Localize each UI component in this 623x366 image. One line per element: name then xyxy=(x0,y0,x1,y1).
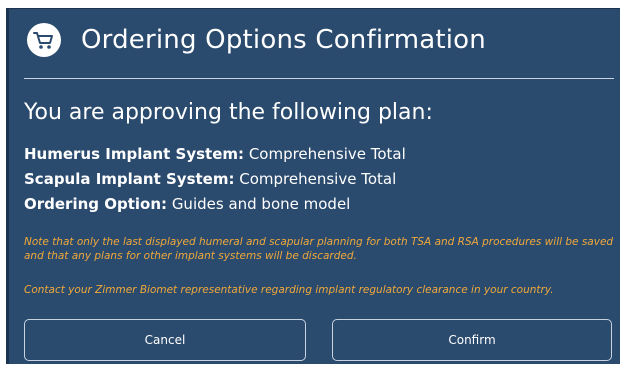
detail-ordering-option: Ordering Option: Guides and bone model xyxy=(24,195,350,213)
detail-label: Ordering Option: xyxy=(24,195,168,213)
detail-label: Scapula Implant System: xyxy=(24,170,235,188)
plan-heading: You are approving the following plan: xyxy=(24,100,433,125)
regulatory-note: Contact your Zimmer Biomet representativ… xyxy=(24,284,554,296)
dialog-title: Ordering Options Confirmation xyxy=(81,25,486,55)
shopping-cart-icon xyxy=(27,23,61,57)
detail-humerus-implant: Humerus Implant System: Comprehensive To… xyxy=(24,145,406,163)
detail-value: Comprehensive Total xyxy=(239,170,397,188)
detail-label: Humerus Implant System: xyxy=(24,145,245,163)
dialog-header: Ordering Options Confirmation xyxy=(27,23,486,57)
detail-value: Comprehensive Total xyxy=(248,145,406,163)
detail-scapula-implant: Scapula Implant System: Comprehensive To… xyxy=(24,170,396,188)
header-divider xyxy=(24,78,614,79)
ordering-options-dialog: Ordering Options Confirmation You are ap… xyxy=(6,8,620,364)
detail-value: Guides and bone model xyxy=(171,195,351,213)
confirm-button[interactable]: Confirm xyxy=(332,319,612,361)
plan-discard-note: Note that only the last displayed humera… xyxy=(24,236,614,262)
cancel-button[interactable]: Cancel xyxy=(24,319,306,361)
